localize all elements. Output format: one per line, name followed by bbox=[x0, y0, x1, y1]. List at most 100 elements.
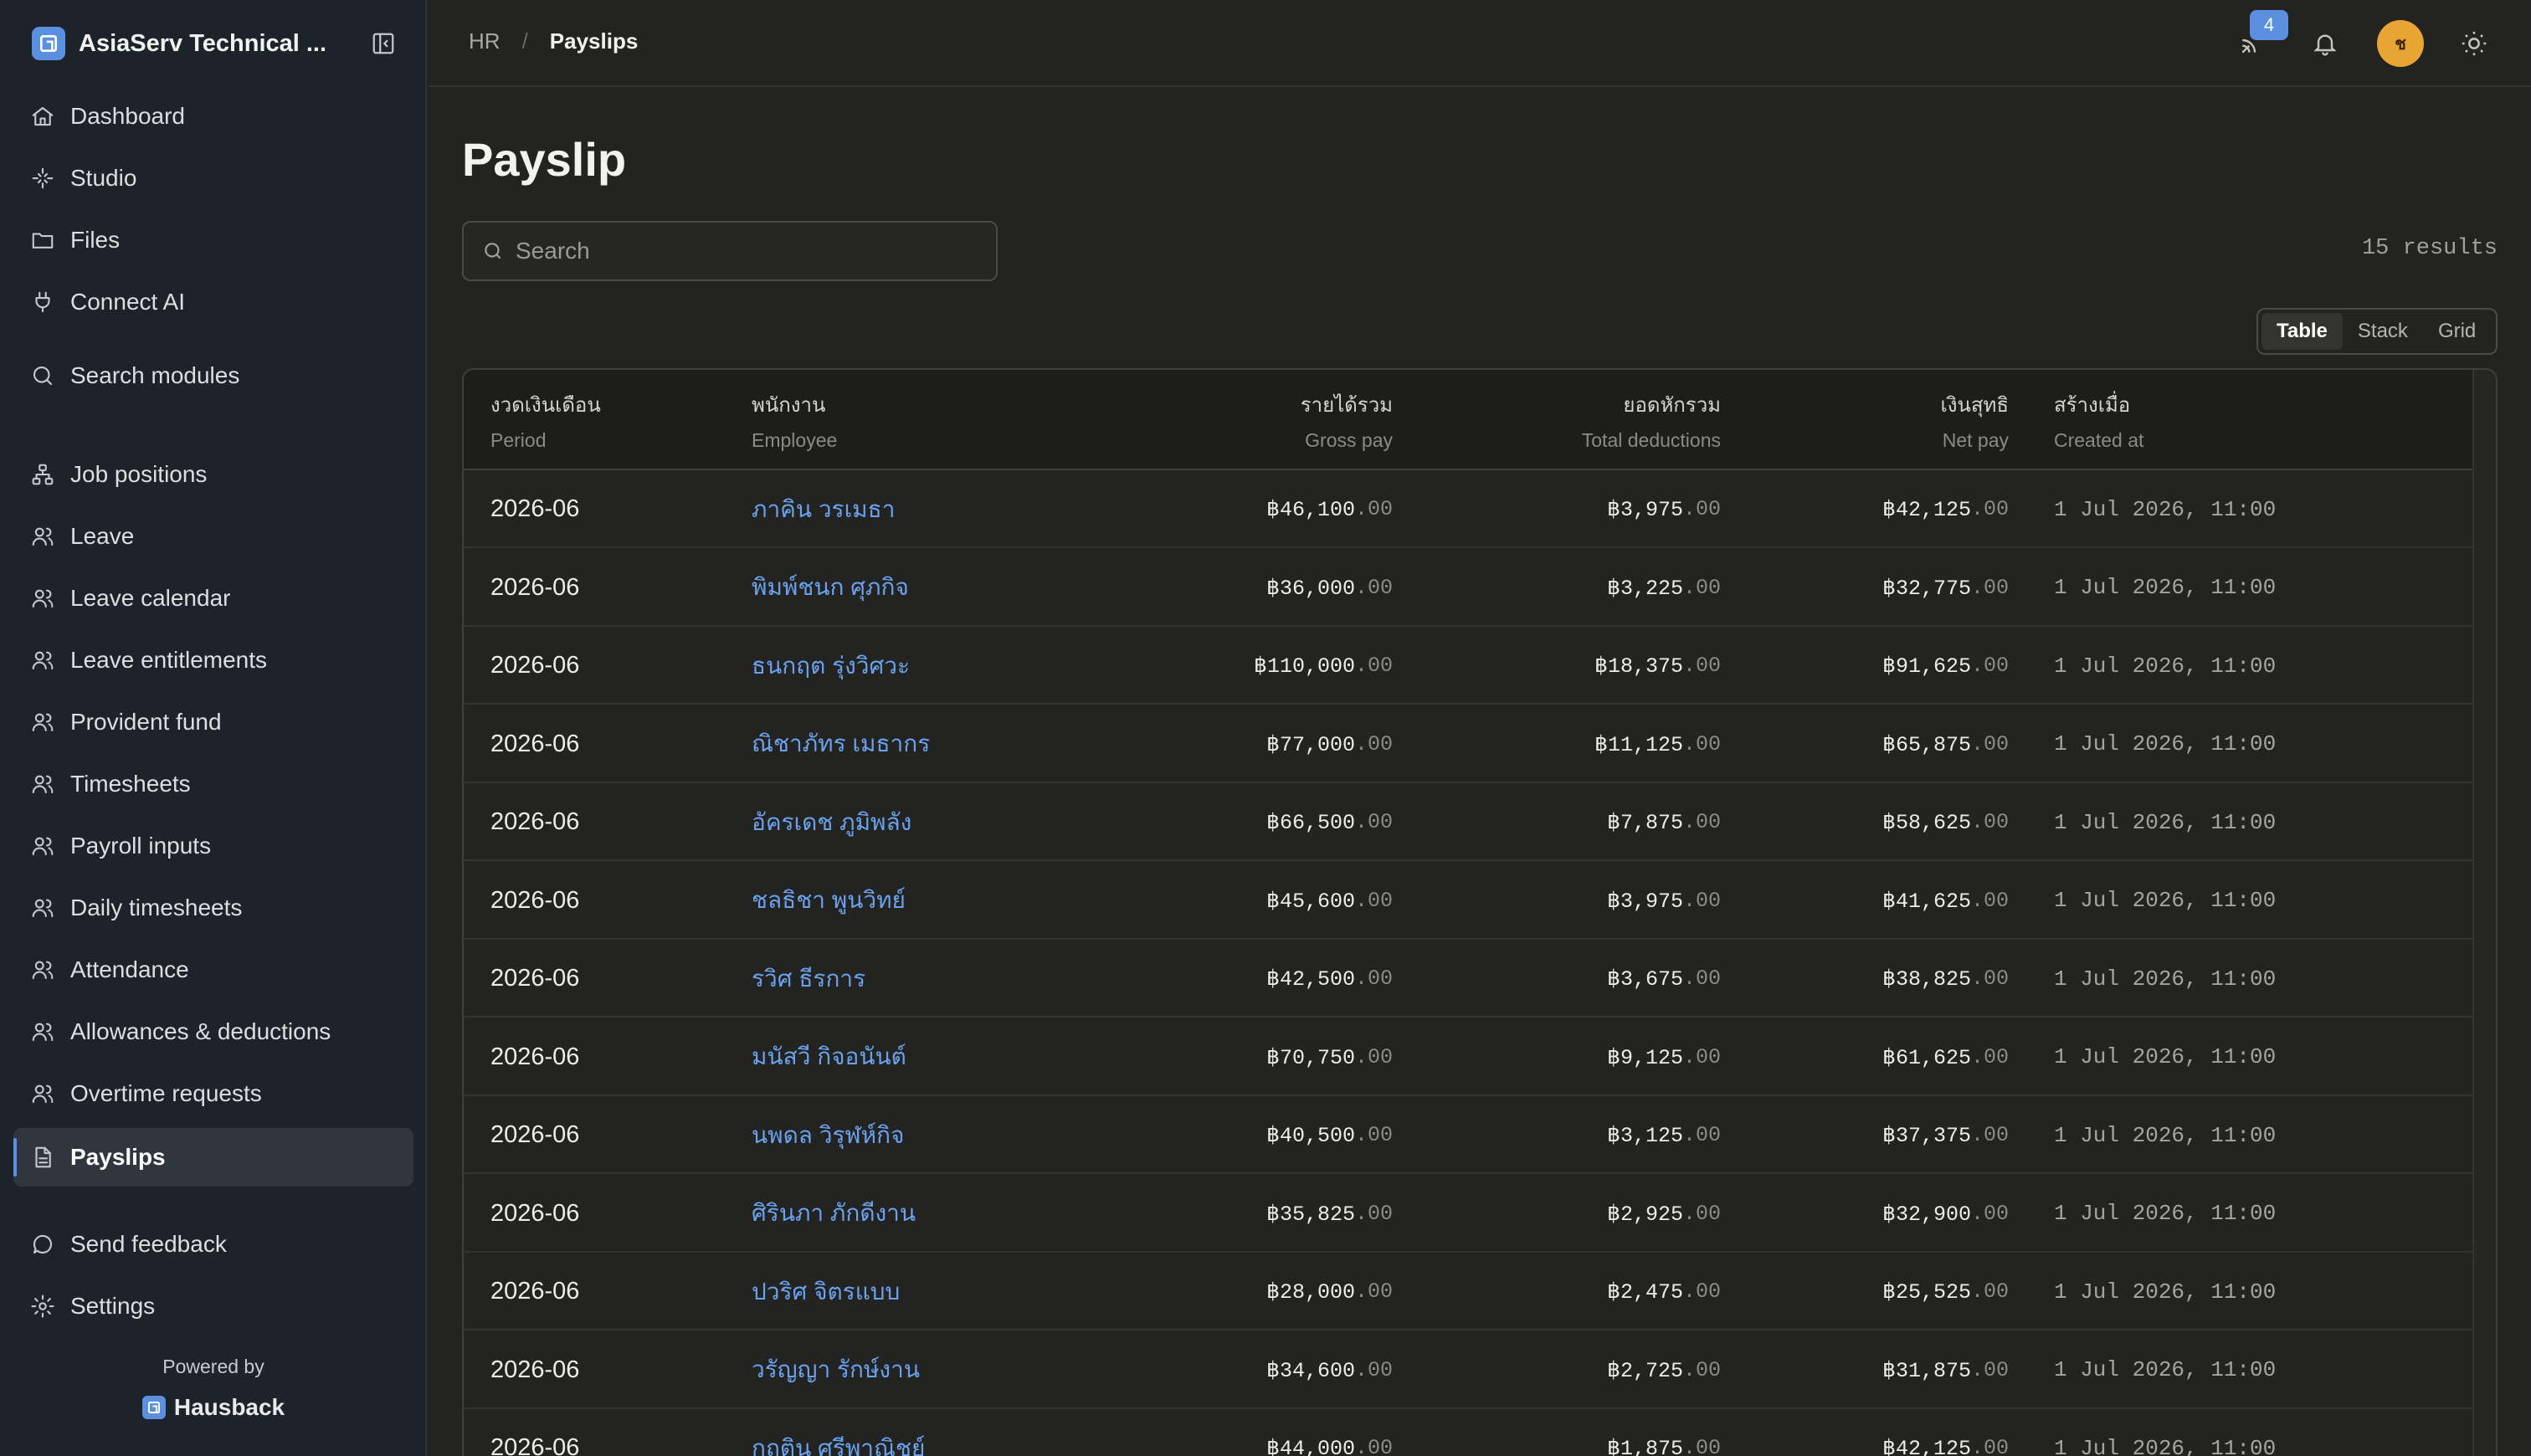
sidebar-item-job-positions[interactable]: Job positions bbox=[13, 445, 413, 504]
sidebar-item-timesheets[interactable]: Timesheets bbox=[13, 755, 413, 813]
sun-icon[interactable] bbox=[2456, 25, 2492, 62]
decimal-suffix: .00 bbox=[1354, 731, 1393, 756]
employee-link[interactable]: มนัสวี กิจอนันต์ bbox=[752, 1018, 906, 1096]
powered-by-label: Powered by bbox=[162, 1356, 264, 1377]
sidebar-item-search-modules[interactable]: Search modules bbox=[13, 346, 413, 405]
column-header-employee[interactable]: พนักงาน Employee bbox=[752, 388, 837, 452]
table-scrollbar[interactable] bbox=[2472, 370, 2496, 1456]
sidebar-item-provident-fund[interactable]: Provident fund bbox=[13, 693, 413, 751]
net-pay-cell: ฿25,525.00 bbox=[1882, 1253, 2009, 1330]
employee-link[interactable]: อัครเดช ภูมิพลัง bbox=[752, 783, 911, 861]
column-header-gross-pay[interactable]: รายได้รวม Gross pay bbox=[1301, 388, 1393, 452]
view-option-stack[interactable]: Stack bbox=[2343, 313, 2423, 350]
table-row[interactable]: 2026-06 ณิชาภัทร เมธากร ฿77,000.00 ฿11,125.… bbox=[464, 705, 2472, 783]
top-bar: HR / Payslips bbox=[429, 0, 2531, 87]
decimal-suffix: .00 bbox=[1354, 810, 1393, 834]
gross-pay-cell: ฿45,600.00 bbox=[1266, 862, 1393, 940]
sidebar-item-overtime-requests[interactable]: Overtime requests bbox=[13, 1064, 413, 1123]
sidebar-item-files[interactable]: Files bbox=[13, 211, 413, 269]
sidebar-item-connect-ai[interactable]: Connect AI bbox=[13, 273, 413, 331]
employee-link[interactable]: ธนกฤต รุ่งวิศวะ bbox=[752, 627, 910, 705]
column-header-en: Total deductions bbox=[1581, 429, 1721, 451]
table-row[interactable]: 2026-06 รวิศ ธีรการ ฿42,500.00 ฿3,675.00 ฿38… bbox=[464, 940, 2472, 1018]
sidebar-item-settings[interactable]: Settings bbox=[13, 1277, 413, 1336]
employee-link[interactable]: กฤติน ศรีพาณิชย์ bbox=[752, 1409, 925, 1456]
sidebar-item-label: Provident fund bbox=[70, 709, 222, 735]
breadcrumb-hr[interactable]: HR bbox=[469, 28, 501, 54]
table-row[interactable]: 2026-06 มนัสวี กิจอนันต์ ฿70,750.00 ฿9,125.… bbox=[464, 1018, 2472, 1096]
sidebar-item-studio[interactable]: Studio bbox=[13, 149, 413, 208]
table-row[interactable]: 2026-06 ภาคิน วรเมธา ฿46,100.00 ฿3,975.00 ฿4… bbox=[464, 470, 2472, 548]
workspace-switcher[interactable]: AsiaServ Technical ... bbox=[32, 25, 400, 62]
gross-pay-value: ฿40,500 bbox=[1266, 1124, 1355, 1148]
employee-link[interactable]: ชลธิชา พูนวิทย์ bbox=[752, 862, 906, 940]
sidebar-collapse-icon[interactable] bbox=[368, 28, 398, 59]
gross-pay-cell: ฿36,000.00 bbox=[1266, 549, 1393, 627]
employee-link[interactable]: ศิรินภา ภักดีงาน bbox=[752, 1175, 916, 1253]
sidebar-item-send-feedback[interactable]: Send feedback bbox=[13, 1215, 413, 1274]
table-row[interactable]: 2026-06 กฤติน ศรีพาณิชย์ ฿44,000.00 ฿1,875.… bbox=[464, 1409, 2472, 1456]
table-row[interactable]: 2026-06 ศิรินภา ภักดีงาน ฿35,825.00 ฿2,925.… bbox=[464, 1175, 2472, 1253]
view-option-grid[interactable]: Grid bbox=[2423, 313, 2491, 350]
decimal-suffix: .00 bbox=[1354, 1357, 1393, 1382]
search-input[interactable] bbox=[516, 238, 984, 264]
employee-link[interactable]: รวิศ ธีรการ bbox=[752, 940, 865, 1018]
gross-pay-value: ฿110,000 bbox=[1254, 654, 1355, 679]
table-row[interactable]: 2026-06 นพดล วิรุฬห์กิจ ฿40,500.00 ฿3,125.0… bbox=[464, 1096, 2472, 1174]
plug-icon bbox=[28, 288, 57, 316]
created-at-cell: 1 Jul 2026, 11:00 bbox=[2054, 809, 2277, 835]
deductions-value: ฿3,675 bbox=[1607, 967, 1683, 992]
workspace-name: AsiaServ Technical ... bbox=[79, 29, 327, 57]
search-box[interactable] bbox=[462, 221, 998, 281]
employee-link[interactable]: ภาคิน วรเมธา bbox=[752, 470, 895, 548]
hausback-link[interactable]: Hausback bbox=[0, 1391, 427, 1424]
net-pay-cell: ฿58,625.00 bbox=[1882, 783, 2009, 861]
decimal-suffix: .00 bbox=[1970, 575, 2009, 600]
sidebar-item-label: Job positions bbox=[70, 461, 208, 487]
user-avatar[interactable]: ช bbox=[2377, 20, 2424, 67]
column-header-net-pay[interactable]: เงินสุทธิ Net pay bbox=[1941, 388, 2009, 452]
table-row[interactable]: 2026-06 วรัญญา รักษ์งาน ฿34,600.00 ฿2,725.0… bbox=[464, 1331, 2472, 1409]
sidebar-item-allowances-and-deductions[interactable]: Allowances & deductions bbox=[13, 1002, 413, 1061]
net-pay-value: ฿61,625 bbox=[1882, 1045, 1971, 1070]
decimal-suffix: .00 bbox=[1970, 1279, 2009, 1304]
sidebar-item-leave-entitlements[interactable]: Leave entitlements bbox=[13, 631, 413, 690]
table-row[interactable]: 2026-06 อัครเดช ภูมิพลัง ฿66,500.00 ฿7,875.… bbox=[464, 783, 2472, 861]
table-row[interactable]: 2026-06 ปวริศ จิตรแบบ ฿28,000.00 ฿2,475.00 ฿… bbox=[464, 1253, 2472, 1330]
net-pay-cell: ฿61,625.00 bbox=[1882, 1018, 2009, 1096]
created-at-cell: 1 Jul 2026, 11:00 bbox=[2054, 1044, 2277, 1069]
column-header-created-at[interactable]: สร้างเมื่อ Created at bbox=[2054, 388, 2143, 452]
table-row[interactable]: 2026-06 พิมพ์ชนก ศุภกิจ ฿36,000.00 ฿3,225.0… bbox=[464, 549, 2472, 627]
net-pay-cell: ฿42,125.00 bbox=[1882, 470, 2009, 548]
column-header-period[interactable]: งวดเงินเดือน Period bbox=[490, 388, 601, 452]
sidebar-item-leave-calendar[interactable]: Leave calendar bbox=[13, 569, 413, 628]
bell-icon[interactable] bbox=[2307, 25, 2344, 62]
employee-link[interactable]: นพดล วิรุฬห์กิจ bbox=[752, 1096, 904, 1174]
net-pay-value: ฿42,125 bbox=[1882, 1437, 1971, 1456]
hausback-logo-icon bbox=[141, 1396, 166, 1419]
sidebar-item-leave[interactable]: Leave bbox=[13, 507, 413, 566]
view-option-table[interactable]: Table bbox=[2261, 313, 2343, 350]
gross-pay-value: ฿42,500 bbox=[1266, 967, 1355, 992]
table-row[interactable]: 2026-06 ธนกฤต รุ่งวิศวะ ฿110,000.00 ฿18,375… bbox=[464, 627, 2472, 705]
decimal-suffix: .00 bbox=[1970, 1044, 2009, 1069]
sidebar-item-label: Leave entitlements bbox=[70, 647, 268, 673]
net-pay-cell: ฿42,125.00 bbox=[1882, 1409, 2009, 1456]
total-deductions-cell: ฿3,975.00 bbox=[1607, 470, 1721, 548]
employee-link[interactable]: พิมพ์ชนก ศุภกิจ bbox=[752, 549, 909, 627]
sidebar-item-attendance[interactable]: Attendance bbox=[13, 941, 413, 999]
employee-link[interactable]: วรัญญา รักษ์งาน bbox=[752, 1331, 920, 1409]
column-header-en: Period bbox=[490, 429, 547, 451]
sidebar-item-payslips[interactable]: Payslips bbox=[13, 1128, 413, 1187]
employee-link[interactable]: ปวริศ จิตรแบบ bbox=[752, 1253, 900, 1330]
table-row[interactable]: 2026-06 ชลธิชา พูนวิทย์ ฿45,600.00 ฿3,975.0… bbox=[464, 862, 2472, 940]
sidebar-item-daily-timesheets[interactable]: Daily timesheets bbox=[13, 879, 413, 937]
users-icon bbox=[28, 832, 57, 860]
sidebar-item-label: Leave bbox=[70, 523, 135, 549]
sidebar-item-label: Files bbox=[70, 227, 121, 253]
employee-link[interactable]: ณิชาภัทร เมธากร bbox=[752, 705, 930, 783]
column-header-total-deductions[interactable]: ยอดหักรวม Total deductions bbox=[1582, 388, 1721, 452]
net-pay-value: ฿91,625 bbox=[1882, 654, 1971, 679]
sidebar-item-dashboard[interactable]: Dashboard bbox=[13, 87, 413, 146]
sidebar-item-payroll-inputs[interactable]: Payroll inputs bbox=[13, 817, 413, 875]
